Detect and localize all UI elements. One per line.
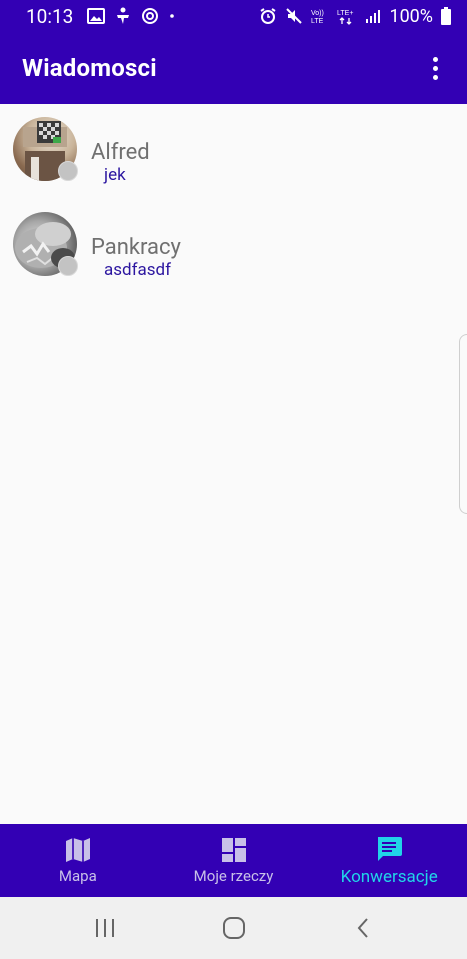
back-icon [357,918,368,938]
page-title: Wiadomosci [22,54,157,82]
nav-item-mapa[interactable]: Mapa [0,824,156,897]
mute-icon [286,8,303,24]
battery-percent: 100% [389,5,433,27]
recent-apps-icon [95,919,114,937]
nav-item-moje-rzeczy[interactable]: Moje rzeczy [156,824,312,897]
sync-icon [142,8,159,24]
contact-name: Alfred [91,140,150,165]
conversation-item[interactable]: Pankracy asdfasdf [0,199,467,294]
signal-icon [366,10,381,23]
online-status-dot [58,256,78,276]
home-icon [222,917,245,939]
last-message: jek [104,165,126,185]
status-time: 10:13 [26,4,74,28]
status-bar: 10:13 Vo)) LTE LTE+ 100% [0,0,467,32]
battery-icon [441,7,451,25]
dot-icon [170,14,175,18]
overflow-menu-icon[interactable] [423,53,447,83]
nav-label: Konwersacje [340,866,438,887]
home-button[interactable] [214,908,254,948]
chat-icon [378,836,403,861]
status-right: Vo)) LTE LTE+ 100% [259,6,451,27]
back-button[interactable] [343,908,383,948]
status-left-icons [87,7,175,25]
svg-text:LTE+: LTE+ [337,10,353,17]
bottom-navigation: Mapa Moje rzeczy Konwersacje [0,824,467,897]
volte-icon: Vo))LTE [311,10,324,25]
app-bar: Wiadomosci [0,32,467,104]
nav-label: Moje rzeczy [193,866,274,885]
conversation-list: Alfred jek Pankracy asdfasdf [0,104,467,294]
lte-plus-icon: LTE+ [337,10,354,25]
recent-apps-button[interactable] [85,908,125,948]
conversation-item[interactable]: Alfred jek [0,104,467,199]
svg-text:LTE: LTE [311,18,324,25]
dashboard-icon [221,837,246,862]
online-status-dot [58,161,78,181]
map-icon [65,837,90,862]
edge-panel-handle[interactable] [459,334,467,514]
system-navigation-bar [0,897,467,959]
nav-label: Mapa [58,866,97,885]
contact-name: Pankracy [91,235,181,260]
last-message: asdfasdf [104,260,172,280]
alarm-icon [260,8,277,24]
svg-text:Vo)): Vo)) [311,10,324,17]
accessibility-icon [117,7,130,24]
nav-item-konwersacje[interactable]: Konwersacje [311,824,467,897]
gallery-icon [87,8,106,24]
